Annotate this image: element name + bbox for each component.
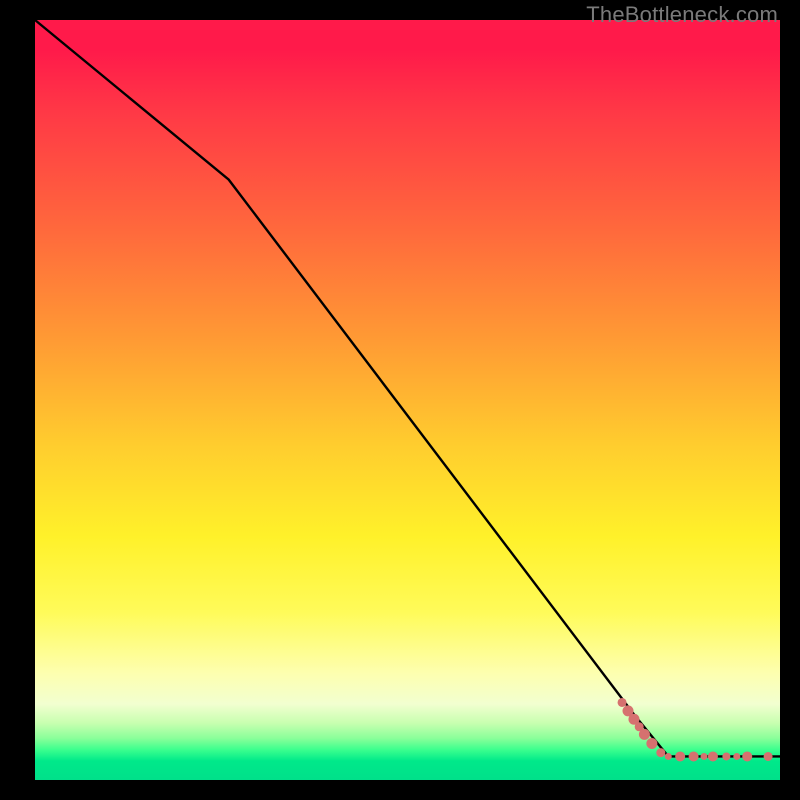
data-point — [708, 751, 718, 761]
chart-stage: TheBottleneck.com — [0, 0, 800, 800]
data-point — [656, 748, 665, 757]
data-point — [618, 698, 627, 707]
data-point — [646, 738, 657, 749]
data-point — [742, 751, 752, 761]
data-point — [665, 753, 672, 760]
data-point — [675, 751, 685, 761]
data-point — [689, 751, 699, 761]
data-point — [639, 729, 650, 740]
data-point — [722, 752, 730, 760]
data-point — [733, 753, 740, 760]
bottleneck-curve — [35, 20, 780, 756]
data-point — [701, 753, 708, 760]
chart-overlay — [35, 20, 780, 780]
data-point — [764, 752, 773, 761]
